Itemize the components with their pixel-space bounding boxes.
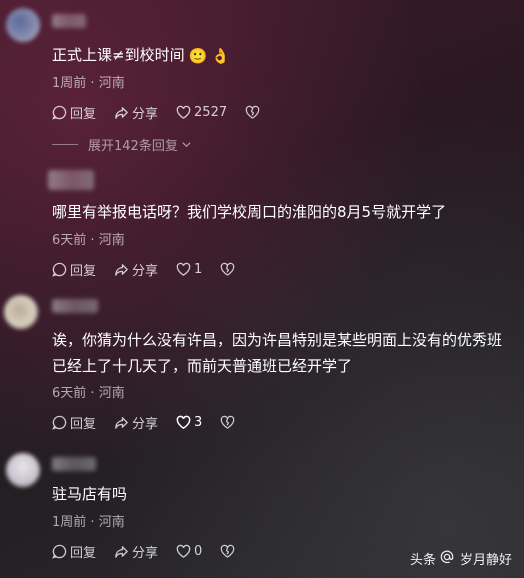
comment-text-body: 正式上课≠到校时间 [52, 46, 185, 64]
comment-text: 正式上课≠到校时间 🙂 👌 [52, 42, 510, 69]
watermark-author: 岁月静好 [459, 553, 512, 568]
like-button[interactable]: 2527 [176, 105, 227, 120]
reply-icon [52, 262, 67, 277]
comment-location: 河南 [98, 76, 125, 91]
at-icon [440, 550, 454, 563]
reply-label: 回复 [70, 546, 97, 561]
comment-text: 诶，你猜为什么没有许昌，因为许昌特别是某些明面上没有的优秀班已经上了十几天了，而… [52, 331, 503, 375]
avatar[interactable] [6, 168, 40, 202]
share-icon [115, 264, 128, 276]
comment-1: 正式上课≠到校时间 🙂 👌 1周前 · 河南 回复 分享 2527 展开142条回复 [0, 0, 524, 160]
share-icon [115, 417, 128, 429]
reply-label: 回复 [70, 417, 97, 432]
meta-separator: · [90, 233, 95, 248]
username[interactable] [52, 457, 96, 471]
share-button[interactable]: 分享 [114, 413, 158, 432]
watermark: 头条 岁月静好 [410, 549, 512, 568]
like-button[interactable]: 1 [176, 262, 202, 277]
like-button[interactable]: 0 [176, 544, 202, 559]
broken-heart-icon [245, 105, 260, 119]
reply-icon [52, 105, 67, 120]
expand-replies-label: 展开142条回复 [88, 139, 178, 154]
share-button[interactable]: 分享 [114, 542, 158, 561]
username[interactable] [52, 14, 86, 28]
comment-text: 哪里有举报电话呀？我们学校周口的淮阳的8月5号就开学了 [52, 203, 447, 221]
smile-emoji-icon: 🙂 [188, 46, 208, 65]
dislike-button[interactable] [220, 415, 235, 430]
broken-heart-icon [221, 544, 235, 558]
like-button[interactable]: 3 [176, 415, 202, 430]
share-button[interactable]: 分享 [114, 103, 158, 122]
reply-label: 回复 [70, 264, 97, 279]
comment-2: 哪里有举报电话呀？我们学校周口的淮阳的8月5号就开学了 6天前 · 河南 回复 … [0, 160, 524, 285]
share-icon [115, 546, 128, 558]
heart-icon [176, 544, 191, 558]
comment-meta: 1周前 · 河南 [52, 72, 125, 91]
chevron-down-icon [182, 142, 191, 148]
share-button[interactable]: 分享 [114, 260, 158, 279]
like-count: 3 [194, 415, 203, 430]
comment-time: 6天前 [52, 386, 87, 401]
reply-button[interactable]: 回复 [52, 542, 96, 561]
expand-replies[interactable]: 展开142条回复 [52, 135, 192, 154]
comment-actions: 回复 分享 2527 [52, 103, 260, 122]
like-count: 1 [194, 262, 203, 277]
avatar[interactable] [6, 8, 40, 42]
comment-meta: 6天前 · 河南 [52, 382, 125, 401]
broken-heart-icon [221, 262, 235, 276]
comment-text: 驻马店有吗 [52, 485, 128, 503]
dislike-button[interactable] [220, 544, 235, 559]
share-label: 分享 [132, 107, 159, 122]
comment-actions: 回复 分享 1 [52, 260, 235, 279]
heart-icon [176, 415, 191, 430]
heart-icon [176, 105, 191, 119]
comment-time: 1周前 [52, 515, 87, 530]
watermark-separator [440, 550, 456, 568]
meta-separator: · [90, 76, 95, 91]
comment-time: 6天前 [52, 233, 87, 248]
share-label: 分享 [132, 417, 159, 432]
share-label: 分享 [132, 264, 159, 279]
like-count: 2527 [194, 105, 228, 120]
comment-location: 河南 [98, 515, 125, 530]
comment-meta: 6天前 · 河南 [52, 229, 125, 248]
comment-actions: 回复 分享 3 [52, 413, 235, 432]
avatar[interactable] [6, 453, 40, 487]
share-icon [115, 107, 128, 119]
like-count: 0 [194, 544, 203, 559]
username[interactable] [52, 299, 98, 313]
heart-icon [176, 262, 191, 276]
dislike-button[interactable] [220, 262, 235, 277]
comment-3: 诶，你猜为什么没有许昌，因为许昌特别是某些明面上没有的优秀班已经上了十几天了，而… [0, 285, 524, 445]
username[interactable] [48, 170, 94, 190]
meta-separator: · [90, 386, 95, 401]
reply-button[interactable]: 回复 [52, 260, 96, 279]
comment-actions: 回复 分享 0 [52, 542, 235, 561]
reply-button[interactable]: 回复 [52, 413, 96, 432]
meta-separator: · [90, 515, 95, 530]
comment-location: 河南 [98, 386, 125, 401]
reply-label: 回复 [70, 107, 97, 122]
comment-meta: 1周前 · 河南 [52, 511, 125, 530]
reply-button[interactable]: 回复 [52, 103, 96, 122]
comment-location: 河南 [98, 233, 125, 248]
watermark-source: 头条 [409, 553, 436, 568]
ok-hand-emoji-icon: 👌 [211, 46, 230, 65]
avatar[interactable] [4, 295, 38, 329]
share-label: 分享 [132, 546, 159, 561]
reply-icon [52, 415, 67, 430]
broken-heart-icon [221, 415, 235, 429]
expand-divider [52, 144, 78, 145]
reply-icon [52, 544, 67, 559]
comment-time: 1周前 [52, 76, 87, 91]
dislike-button[interactable] [245, 105, 260, 120]
